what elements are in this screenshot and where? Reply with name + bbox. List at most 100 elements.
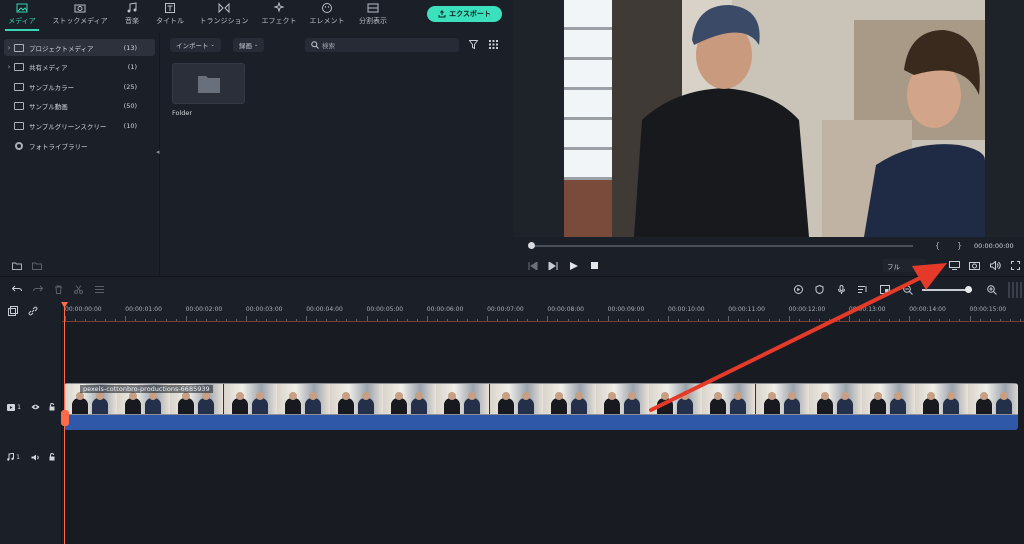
- tab-music[interactable]: 音楽: [120, 2, 144, 26]
- playhead-grip[interactable]: [61, 410, 69, 426]
- expand-arrow-icon[interactable]: ›: [4, 63, 14, 71]
- thumbnail-figure: [608, 392, 616, 400]
- sidebar-item[interactable]: フォトライブラリー: [4, 137, 155, 154]
- list-icon[interactable]: [95, 285, 104, 294]
- mark-out-button[interactable]: }: [957, 241, 962, 250]
- ruler-tick-label: 00:00:04:00: [306, 306, 343, 313]
- export-icon: [438, 10, 446, 18]
- step-forward-icon[interactable]: [548, 262, 558, 270]
- play-icon[interactable]: [570, 262, 578, 270]
- display-icon[interactable]: [949, 261, 960, 270]
- tab-stock-media[interactable]: ストックメディア: [48, 2, 112, 26]
- search-placeholder: 検索: [322, 42, 335, 50]
- thumbnail-figure: [501, 392, 510, 400]
- ruler-tick-label: 00:00:02:00: [185, 306, 223, 313]
- scrubber-track[interactable]: [531, 245, 913, 247]
- thumbnail-figure: [145, 398, 162, 414]
- ruler-tick-label: 00:00:13:00: [848, 306, 886, 313]
- timeline-ruler[interactable]: 00:00:00:00 00:00:01:00 00:00:02:00 00:00:0…: [62, 302, 1024, 322]
- quality-select[interactable]: フル: [883, 259, 925, 272]
- sidebar-item-label: サンプル動画: [29, 102, 68, 111]
- expand-arrow-icon[interactable]: ›: [4, 44, 14, 52]
- sidebar-item[interactable]: サンプル動画 (50): [4, 97, 155, 114]
- ruler-tick-label: 00:00:07:00: [487, 306, 524, 313]
- folder-label: Folder: [172, 109, 193, 117]
- zoom-out-icon[interactable]: [903, 285, 913, 295]
- grid-view-icon[interactable]: [489, 40, 498, 49]
- undo-icon[interactable]: [12, 285, 22, 294]
- thumbnail-figure: [391, 398, 408, 414]
- eye-icon[interactable]: [31, 404, 40, 410]
- sidebar-item[interactable]: › 共有メディア (1): [4, 58, 155, 75]
- tab-media[interactable]: メディア: [3, 2, 41, 31]
- scrubber-handle[interactable]: [528, 242, 535, 249]
- player-controls: { } 00:00:00:00 フル: [513, 237, 1024, 275]
- clip-audio-band: [64, 415, 1018, 430]
- lock-icon[interactable]: [49, 403, 55, 411]
- fullscreen-icon[interactable]: [1011, 261, 1020, 270]
- sidebar-item[interactable]: サンプルカラー (25): [4, 78, 155, 95]
- tab-label: 音楽: [125, 17, 139, 25]
- add-track-icon[interactable]: [8, 306, 18, 316]
- pip-icon[interactable]: [880, 285, 890, 294]
- export-button[interactable]: エクスポート: [427, 6, 502, 22]
- delete-icon[interactable]: [54, 285, 63, 294]
- record-dropdown[interactable]: 録画 ⌄: [233, 38, 265, 52]
- step-back-icon[interactable]: [528, 262, 538, 270]
- filter-icon[interactable]: [469, 40, 478, 49]
- zoom-in-icon[interactable]: [987, 285, 997, 295]
- tab-transition[interactable]: トランジション: [194, 2, 254, 26]
- volume-icon[interactable]: [990, 261, 1001, 270]
- speaker-icon[interactable]: [31, 454, 40, 461]
- search-input[interactable]: 検索: [305, 38, 459, 52]
- clip-thumbnail: [383, 384, 438, 414]
- collapse-sidebar-icon[interactable]: ◂: [156, 148, 160, 156]
- new-folder-icon[interactable]: [12, 262, 22, 270]
- render-icon[interactable]: [794, 285, 803, 294]
- tab-effect[interactable]: エフェクト: [258, 2, 300, 26]
- thumbnail-figure: [72, 398, 88, 414]
- music-note-icon: [7, 453, 14, 461]
- split-icon: [367, 3, 379, 13]
- track-panel-toggle[interactable]: [1008, 282, 1022, 298]
- folder-icon: [14, 62, 24, 71]
- zoom-slider-handle[interactable]: [965, 286, 972, 293]
- video-clip[interactable]: pexels-cottonbro-productions-6685939: [64, 383, 1018, 430]
- sidebar-item[interactable]: サンプルグリーンスクリー (10): [4, 117, 155, 134]
- tab-label: ストックメディア: [52, 17, 108, 25]
- media-area: インポート ⌄ 録画 ⌄ 検索 Folder: [161, 33, 512, 275]
- thumbnail-figure: [730, 398, 747, 414]
- thumbnail-figure: [284, 398, 301, 414]
- stop-icon[interactable]: [591, 262, 598, 269]
- import-label: インポート: [176, 42, 209, 50]
- folder-icon[interactable]: [32, 262, 42, 270]
- redo-icon[interactable]: [33, 285, 43, 294]
- clip-thumbnail: [436, 384, 491, 414]
- ruler-tick-label: 00:00:15:00: [969, 306, 1007, 313]
- lock-icon[interactable]: [49, 453, 55, 461]
- preview-video: [564, 0, 985, 237]
- thumbnail-figure: [624, 398, 640, 414]
- cut-icon[interactable]: [74, 285, 83, 294]
- folder-icon: [14, 121, 24, 130]
- tab-title[interactable]: タイトル: [151, 2, 189, 26]
- thumbnail-figure: [996, 398, 1013, 414]
- import-dropdown[interactable]: インポート ⌄: [170, 38, 221, 52]
- snapshot-icon[interactable]: [969, 261, 980, 270]
- folder-tile[interactable]: [172, 63, 245, 104]
- stock-media-icon: [74, 4, 86, 13]
- mark-in-button[interactable]: {: [935, 241, 940, 250]
- video-track-header: 1: [7, 403, 21, 411]
- link-icon[interactable]: [28, 306, 38, 316]
- sidebar-item[interactable]: › プロジェクトメディア (13): [4, 39, 155, 56]
- microphone-icon[interactable]: [837, 285, 846, 294]
- thumbnail-figure: [836, 398, 853, 414]
- tab-label: タイトル: [156, 17, 184, 25]
- tab-split[interactable]: 分割表示: [354, 2, 392, 26]
- sidebar-item-count: (50): [123, 101, 137, 110]
- shield-icon[interactable]: [815, 285, 824, 294]
- thumbnail-figure: [550, 398, 567, 414]
- audio-mix-icon[interactable]: [858, 285, 868, 294]
- tab-element[interactable]: エレメント: [305, 2, 349, 26]
- clip-thumbnail: [330, 384, 384, 414]
